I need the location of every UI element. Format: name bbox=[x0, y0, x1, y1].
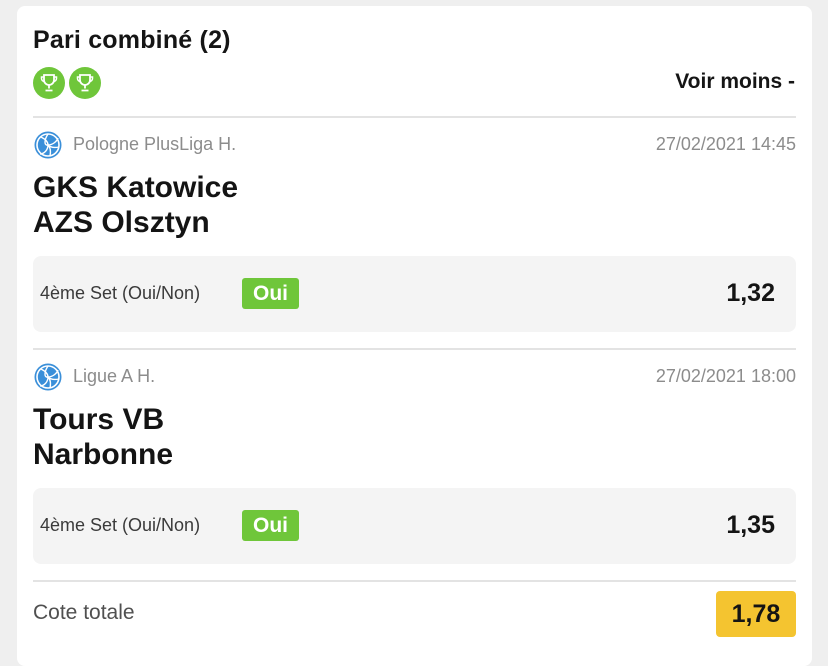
league-name: Ligue A H. bbox=[73, 366, 156, 386]
trophy-icon bbox=[33, 67, 65, 99]
market-label: 4ème Set (Oui/Non) bbox=[40, 283, 201, 303]
team-home: Tours VB bbox=[33, 403, 165, 436]
combined-bet-card: Pari combiné (2) Voir moins - Pologne Pl… bbox=[17, 6, 812, 666]
divider bbox=[33, 580, 796, 582]
team-away: AZS Olsztyn bbox=[33, 206, 210, 239]
divider bbox=[33, 116, 796, 118]
trophy-icon bbox=[69, 67, 101, 99]
market-row[interactable]: 4ème Set (Oui/Non) Oui 1,32 bbox=[33, 256, 796, 332]
team-home: GKS Katowice bbox=[33, 171, 239, 204]
bet-selection: Pologne PlusLiga H. 27/02/2021 14:45 GKS… bbox=[33, 130, 796, 336]
odds-value: 1,35 bbox=[726, 511, 775, 539]
selection-badge: Oui bbox=[242, 278, 299, 309]
league-row: Ligue A H. 27/02/2021 18:00 bbox=[33, 362, 796, 392]
selection-badge: Oui bbox=[242, 510, 299, 541]
league-name: Pologne PlusLiga H. bbox=[73, 134, 237, 154]
total-odds-value: 1,78 bbox=[716, 591, 796, 637]
team-away: Narbonne bbox=[33, 438, 174, 471]
total-odds-label: Cote totale bbox=[33, 601, 135, 624]
league-row: Pologne PlusLiga H. 27/02/2021 14:45 bbox=[33, 130, 796, 160]
odds-value: 1,32 bbox=[726, 279, 775, 307]
match-datetime: 27/02/2021 18:00 bbox=[655, 366, 796, 386]
trophy-row bbox=[33, 67, 101, 99]
bet-title: Pari combiné (2) bbox=[33, 26, 231, 54]
market-label: 4ème Set (Oui/Non) bbox=[40, 515, 201, 535]
divider bbox=[33, 348, 796, 350]
volleyball-icon bbox=[34, 131, 62, 159]
market-row[interactable]: 4ème Set (Oui/Non) Oui 1,35 bbox=[33, 488, 796, 564]
volleyball-icon bbox=[34, 363, 62, 391]
match-datetime: 27/02/2021 14:45 bbox=[655, 134, 796, 154]
bet-selection: Ligue A H. 27/02/2021 18:00 Tours VB Nar… bbox=[33, 362, 796, 568]
toggle-details-button[interactable]: Voir moins - bbox=[675, 70, 795, 94]
